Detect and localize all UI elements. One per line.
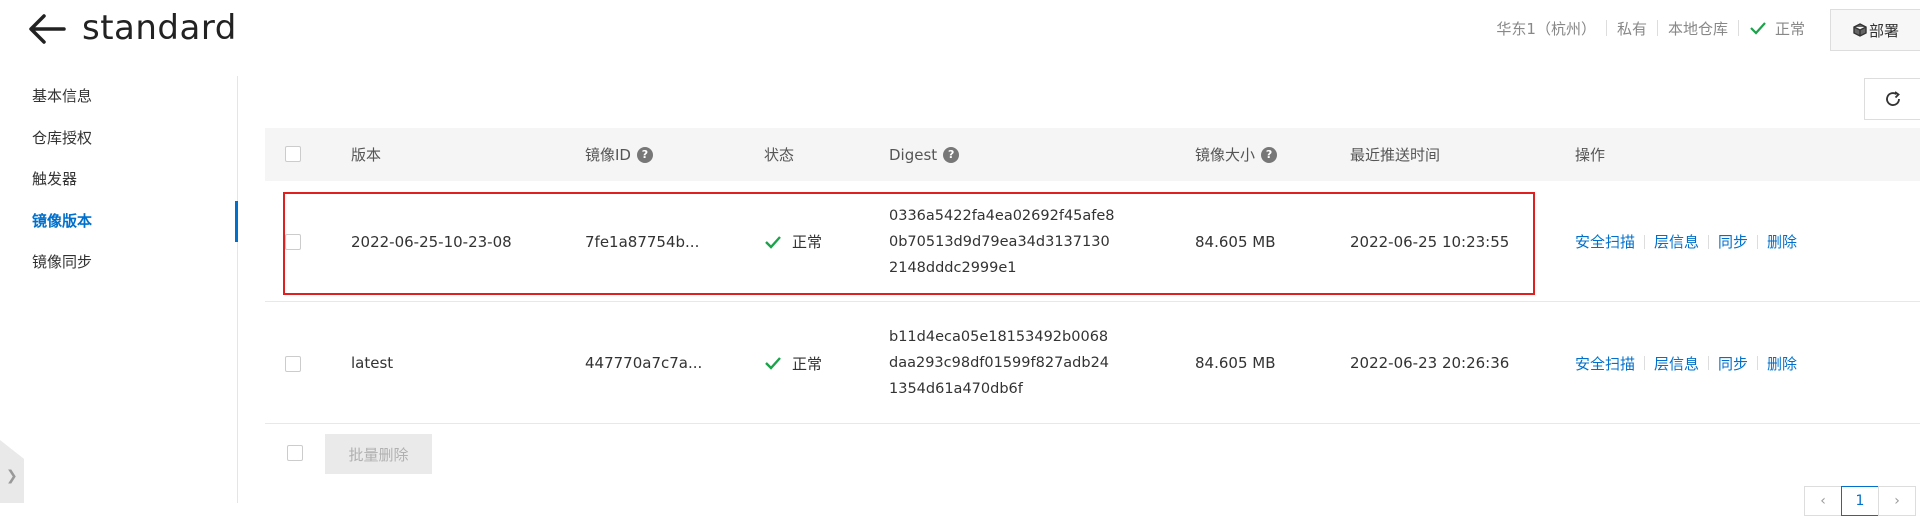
digest-line: daa293c98df01599f827adb24	[889, 355, 1110, 371]
col-digest: Digest ?	[889, 128, 960, 181]
table-row: latest 447770a7c7a... 正常 b11d4eca05e1815…	[265, 303, 1920, 424]
table-header: 版本 镜像ID ? 状态 Digest ? 镜像大小 ? 最近推送时间 操作	[265, 128, 1920, 181]
status-cell: 正常	[764, 182, 822, 301]
digest-line: 1354d61a470db6f	[889, 381, 1023, 397]
sidebar-item-repo-auth[interactable]: 仓库授权	[0, 118, 237, 160]
divider	[1757, 356, 1759, 370]
digest-line: 0b70513d9d79ea34d3137130	[889, 233, 1110, 250]
check-icon	[1750, 22, 1766, 35]
table-row: 2022-06-25-10-23-08 7fe1a87754b... 正常 03…	[265, 182, 1920, 302]
digest-line: 2148dddc2999e1	[889, 259, 1017, 276]
prev-page-button[interactable]: ‹	[1804, 486, 1842, 516]
cube-icon	[1853, 23, 1867, 37]
divider	[1644, 234, 1646, 249]
pushed-time-cell: 2022-06-23 20:26:36	[1350, 354, 1510, 372]
row-checkbox[interactable]	[285, 356, 301, 372]
repo-status-text: 正常	[1774, 19, 1805, 38]
refresh-icon	[1885, 91, 1900, 106]
page-1-button[interactable]: 1	[1841, 486, 1879, 516]
deploy-button[interactable]: 部署	[1830, 9, 1920, 51]
digest-line: b11d4eca05e18153492b0068	[889, 329, 1109, 345]
repo-meta: 华东1（杭州） 私有 本地仓库 正常	[1496, 16, 1805, 40]
version-cell: latest	[351, 354, 394, 372]
back-arrow-icon[interactable]	[28, 12, 66, 46]
size-cell: 84.605 MB	[1195, 232, 1276, 251]
pagination: ‹ 1 ›	[1804, 486, 1916, 516]
status-text: 正常	[792, 233, 823, 251]
divider	[1656, 20, 1658, 36]
batch-select-checkbox[interactable]	[287, 445, 303, 461]
col-size: 镜像大小 ?	[1195, 128, 1278, 181]
row-checkbox[interactable]	[285, 234, 301, 250]
help-icon[interactable]: ?	[943, 146, 960, 163]
layer-info-link[interactable]: 层信息	[1654, 353, 1699, 374]
batch-delete-button[interactable]: 批量删除	[325, 434, 432, 474]
divider	[1708, 234, 1710, 249]
next-page-button[interactable]: ›	[1878, 486, 1916, 516]
col-version: 版本	[351, 146, 382, 164]
sidebar: 基本信息 仓库授权 触发器 镜像版本 镜像同步	[0, 76, 238, 503]
col-pushed: 最近推送时间	[1350, 146, 1441, 164]
digest-line: 0336a5422fa4ea02692f45afe8	[889, 207, 1115, 224]
image-id-cell: 447770a7c7a...	[585, 354, 703, 372]
deploy-label: 部署	[1869, 21, 1900, 40]
digest-cell: 0336a5422fa4ea02692f45afe8 0b70513d9d79e…	[889, 182, 1115, 301]
select-all-checkbox[interactable]	[285, 146, 301, 162]
pushed-time-cell: 2022-06-25 10:23:55	[1350, 232, 1510, 251]
help-icon[interactable]: ?	[636, 146, 653, 163]
col-image-id: 镜像ID ?	[585, 128, 653, 181]
sidebar-item-label: 基本信息	[32, 87, 93, 105]
status-badge: 正常	[764, 353, 822, 374]
divider	[1644, 356, 1646, 370]
header: standard 华东1（杭州） 私有 本地仓库 正常 部署	[0, 0, 1920, 60]
actions-cell: 安全扫描 层信息 同步 删除	[1575, 182, 1797, 301]
version-cell: 2022-06-25-10-23-08	[351, 232, 512, 251]
col-actions: 操作	[1575, 146, 1606, 164]
layer-info-link[interactable]: 层信息	[1654, 231, 1699, 252]
sidebar-item-label: 镜像版本	[32, 211, 93, 230]
check-icon	[765, 235, 781, 249]
repo-type-label: 本地仓库	[1667, 19, 1728, 38]
page-title: standard	[82, 8, 237, 48]
digest-cell: b11d4eca05e18153492b0068 daa293c98df0159…	[889, 303, 1109, 423]
divider	[1757, 234, 1759, 249]
sidebar-item-image-versions[interactable]: 镜像版本	[0, 200, 238, 243]
sidebar-item-triggers[interactable]: 触发器	[0, 159, 237, 201]
status-badge: 正常	[764, 231, 822, 252]
security-scan-link[interactable]: 安全扫描	[1575, 231, 1635, 252]
help-icon[interactable]: ?	[1261, 146, 1278, 163]
sidebar-item-basic-info[interactable]: 基本信息	[0, 76, 237, 118]
chevron-right-icon: ❯	[6, 468, 18, 484]
sidebar-item-label: 触发器	[32, 170, 78, 188]
col-image-id-label: 镜像ID	[585, 146, 631, 164]
col-digest-label: Digest	[889, 145, 938, 164]
image-id-cell: 7fe1a87754b...	[585, 232, 700, 251]
status-cell: 正常	[764, 303, 822, 423]
col-size-label: 镜像大小	[1195, 146, 1256, 164]
delete-link[interactable]: 删除	[1767, 353, 1797, 374]
sync-link[interactable]: 同步	[1718, 353, 1748, 374]
divider	[1737, 20, 1739, 36]
sync-link[interactable]: 同步	[1718, 231, 1748, 252]
check-icon	[765, 357, 781, 370]
visibility-label: 私有	[1616, 19, 1647, 38]
sidebar-item-label: 仓库授权	[32, 128, 93, 147]
divider	[1708, 356, 1710, 370]
actions-cell: 安全扫描 层信息 同步 删除	[1575, 303, 1797, 423]
delete-link[interactable]: 删除	[1767, 231, 1797, 252]
size-cell: 84.605 MB	[1195, 354, 1276, 372]
status-text: 正常	[792, 354, 823, 373]
image-version-table: 版本 镜像ID ? 状态 Digest ? 镜像大小 ? 最近推送时间 操作 2…	[265, 128, 1920, 424]
sidebar-item-image-sync[interactable]: 镜像同步	[0, 242, 237, 284]
divider	[1605, 20, 1607, 36]
sidebar-item-label: 镜像同步	[32, 253, 93, 271]
repo-status: 正常	[1749, 18, 1805, 39]
region-label: 华东1（杭州）	[1496, 19, 1596, 38]
refresh-button[interactable]	[1864, 78, 1920, 120]
security-scan-link[interactable]: 安全扫描	[1575, 353, 1635, 374]
col-status: 状态	[764, 146, 795, 164]
